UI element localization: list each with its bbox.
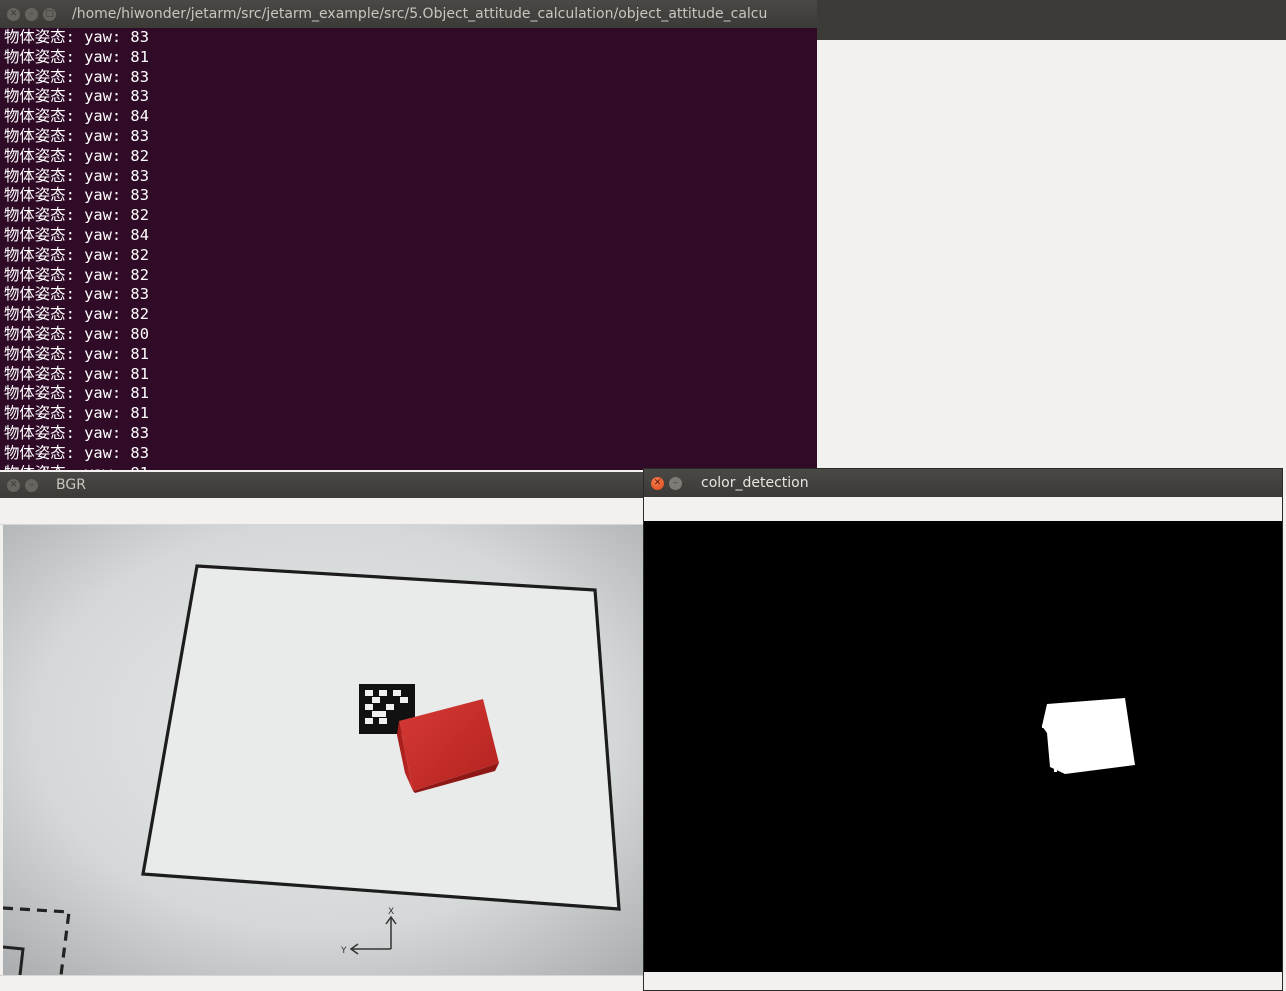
terminal-line: 物体姿态: yaw: 82	[4, 305, 149, 324]
terminal-line: 物体姿态: yaw: 83	[4, 67, 149, 86]
close-icon[interactable]: ✕	[7, 7, 20, 21]
terminal-title: /home/hiwonder/jetarm/src/jetarm_example…	[72, 6, 768, 22]
axis-x-label: X	[388, 907, 394, 917]
terminal-line: 物体姿态: yaw: 83	[4, 285, 149, 304]
terminal-titlebar[interactable]: ✕ – □ /home/hiwonder/jetarm/src/jetarm_e…	[0, 0, 817, 28]
desktop-top-bar	[817, 0, 1286, 40]
camera-image[interactable]: Y X	[3, 525, 643, 975]
terminal-line: 物体姿态: yaw: 84	[4, 107, 149, 126]
terminal-line: 物体姿态: yaw: 82	[4, 206, 149, 225]
minimize-icon[interactable]: –	[669, 476, 682, 490]
work-area-frame	[141, 564, 621, 911]
minimize-icon[interactable]: –	[25, 7, 38, 21]
terminal-line: 物体姿态: yaw: 81	[4, 384, 149, 403]
terminal-output[interactable]: 物体姿态: yaw: 83 物体姿态: yaw: 81 物体姿态: yaw: 83 物…	[0, 28, 817, 470]
desktop-background	[817, 40, 1286, 470]
color-detection-title: color_detection	[701, 475, 809, 491]
close-icon[interactable]: ✕	[7, 478, 20, 492]
terminal-line: 物体姿态: yaw: 81	[4, 364, 149, 383]
maximize-icon[interactable]: □	[43, 7, 56, 21]
binary-mask-image[interactable]	[644, 521, 1282, 972]
mask-scene	[644, 521, 1282, 972]
terminal-line: 物体姿态: yaw: 80	[4, 324, 149, 343]
color-detection-window[interactable]: ✕ – color_detection	[643, 468, 1283, 991]
terminal-line: 物体姿态: yaw: 83	[4, 443, 149, 462]
terminal-line: 物体姿态: yaw: 81	[4, 344, 149, 363]
terminal-line: 物体姿态: yaw: 83	[4, 28, 149, 46]
bgr-title: BGR	[56, 477, 86, 493]
bgr-window[interactable]: ✕ – BGR Y X	[0, 472, 643, 991]
terminal-line: 物体姿态: yaw: 81	[4, 404, 149, 423]
detected-blob	[1042, 698, 1135, 774]
bgr-titlebar[interactable]: ✕ – BGR	[0, 472, 643, 498]
close-icon[interactable]: ✕	[651, 476, 664, 490]
terminal-line: 物体姿态: yaw: 83	[4, 126, 149, 145]
minimize-icon[interactable]: –	[25, 478, 38, 492]
bgr-toolbar	[0, 498, 643, 525]
terminal-line: 物体姿态: yaw: 81	[4, 47, 149, 66]
terminal-line: 物体姿态: yaw: 82	[4, 265, 149, 284]
bgr-statusbar	[0, 975, 643, 991]
terminal-line: 物体姿态: yaw: 83	[4, 186, 149, 205]
color-detection-statusbar	[644, 972, 1282, 990]
axis-y-label: Y	[340, 946, 347, 956]
terminal-line: 物体姿态: yaw: 82	[4, 146, 149, 165]
terminal-line: 物体姿态: yaw: 84	[4, 225, 149, 244]
color-detection-titlebar[interactable]: ✕ – color_detection	[644, 469, 1282, 497]
terminal-line: 物体姿态: yaw: 83	[4, 87, 149, 106]
color-detection-toolbar	[644, 497, 1282, 522]
terminal-line: 物体姿态: yaw: 83	[4, 166, 149, 185]
terminal-window[interactable]: ✕ – □ /home/hiwonder/jetarm/src/jetarm_e…	[0, 0, 817, 470]
terminal-line: 物体姿态: yaw: 82	[4, 245, 149, 264]
terminal-line: 物体姿态: yaw: 83	[4, 423, 149, 442]
camera-scene: Y X	[3, 525, 643, 975]
